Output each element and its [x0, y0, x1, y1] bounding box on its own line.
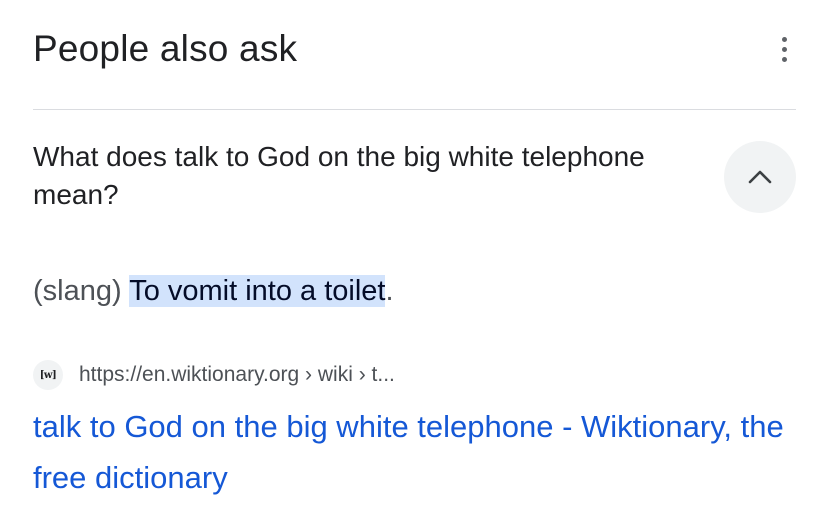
chevron-up-icon — [748, 170, 772, 184]
divider — [33, 109, 796, 110]
source-attribution[interactable]: [w] https://en.wiktionary.org › wiki › t… — [33, 360, 395, 390]
wiktionary-favicon-icon: [w] — [33, 360, 63, 390]
answer-prefix: (slang) — [33, 275, 130, 307]
answer-suffix: . — [385, 275, 394, 307]
answer-highlight: To vomit into a toilet — [129, 275, 386, 307]
result-title-link[interactable]: talk to God on the big white telephone -… — [33, 401, 803, 503]
more-vertical-icon — [781, 36, 787, 42]
more-vertical-icon — [781, 56, 787, 62]
collapse-question-button[interactable] — [724, 141, 796, 213]
more-options-button[interactable] — [770, 30, 798, 68]
more-vertical-icon — [781, 46, 787, 52]
section-title: People also ask — [33, 28, 298, 69]
source-url[interactable]: https://en.wiktionary.org › wiki › t... — [79, 363, 395, 387]
question-text[interactable]: What does talk to God on the big white t… — [33, 138, 673, 214]
answer-snippet: (slang) To vomit into a toilet. — [33, 271, 394, 311]
